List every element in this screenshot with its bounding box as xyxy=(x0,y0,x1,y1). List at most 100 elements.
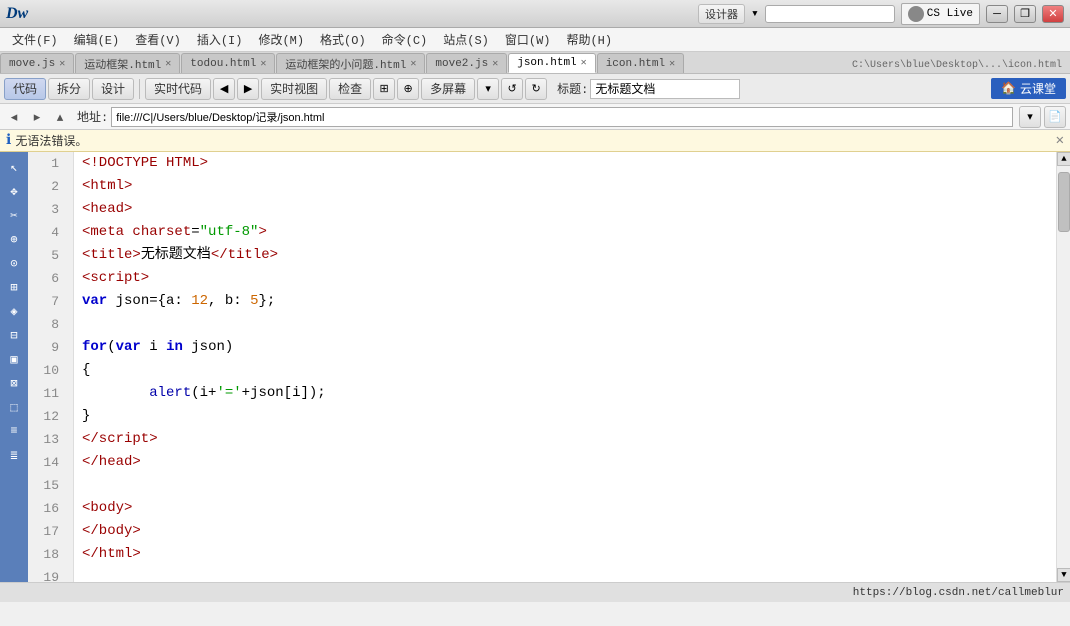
code-line-11: alert(i+'='+json[i]); xyxy=(82,382,1048,405)
code-line-18: </html> xyxy=(82,543,1048,566)
tab-label: icon.html xyxy=(606,58,665,70)
line-num-2: 2 xyxy=(28,175,65,198)
status-url: https://blog.csdn.net/callmeblur xyxy=(853,587,1064,599)
title-input[interactable] xyxy=(590,79,740,99)
code-line-13: </script> xyxy=(82,428,1048,451)
realtime-code-button[interactable]: 实时代码 xyxy=(145,78,211,100)
tab-close-icon[interactable]: ✕ xyxy=(492,58,498,70)
menu-site[interactable]: 站点(S) xyxy=(435,29,497,50)
main-area: ↖ ✥ ✂ ⊕ ⊙ ⊞ ◈ ⊟ ▣ ⊠ ⬚ ≡ ≣ 1 2 3 4 5 6 7 … xyxy=(0,152,1070,582)
search-input[interactable] xyxy=(765,5,895,23)
sidebar-tool-frame[interactable]: ⬚ xyxy=(3,396,25,418)
menu-insert[interactable]: 插入(I) xyxy=(189,29,251,50)
tab-move-js[interactable]: move.js ✕ xyxy=(0,53,74,73)
tab-close-icon[interactable]: ✕ xyxy=(669,58,675,70)
code-line-19 xyxy=(82,566,1048,582)
back-button[interactable]: ◂ xyxy=(4,108,24,126)
info-icon: ℹ xyxy=(6,132,11,149)
sidebar-tool-minus[interactable]: ⊟ xyxy=(3,324,25,346)
forward-icon[interactable]: ↻ xyxy=(525,78,547,100)
sidebar-tool-select[interactable]: ↖ xyxy=(3,156,25,178)
menu-modify[interactable]: 修改(M) xyxy=(250,29,312,50)
tab-motion-small[interactable]: 运动框架的小问题.html ✕ xyxy=(276,53,425,73)
scrollbar-thumb[interactable] xyxy=(1058,172,1070,232)
title-bar: Dw 设计器 ▾ CS Live ─ ❐ ✕ xyxy=(0,0,1070,28)
tab-close-icon[interactable]: ✕ xyxy=(581,57,587,69)
multi-screen-dropdown[interactable]: ▾ xyxy=(477,78,499,100)
sidebar-tool-lines[interactable]: ≡ xyxy=(3,420,25,442)
minimize-button[interactable]: ─ xyxy=(986,5,1008,23)
code-line-17: </body> xyxy=(82,520,1048,543)
designer-button[interactable]: 设计器 xyxy=(698,4,745,24)
tab-motion-frame[interactable]: 运动框架.html ✕ xyxy=(75,53,180,73)
line-num-9: 9 xyxy=(28,336,65,359)
info-close-button[interactable]: ✕ xyxy=(1056,132,1064,149)
sidebar-tool-diamond[interactable]: ◈ xyxy=(3,300,25,322)
toolbar: 代码 拆分 设计 实时代码 ◀ ▶ 实时视图 检查 ⊞ ⊕ 多屏幕 ▾ ↺ ↻ … xyxy=(0,74,1070,104)
design-button[interactable]: 设计 xyxy=(92,78,134,100)
tab-todou[interactable]: todou.html ✕ xyxy=(181,53,275,73)
sidebar-tool-cross[interactable]: ⊠ xyxy=(3,372,25,394)
menu-window[interactable]: 窗口(W) xyxy=(497,29,559,50)
code-button[interactable]: 代码 xyxy=(4,78,46,100)
tab-close-icon[interactable]: ✕ xyxy=(260,58,266,70)
code-line-12: } xyxy=(82,405,1048,428)
menu-file[interactable]: 文件(F) xyxy=(4,29,66,50)
address-label: 地址: xyxy=(77,108,108,125)
maximize-button[interactable]: ❐ xyxy=(1014,5,1036,23)
up-button[interactable]: ▴ xyxy=(50,108,70,126)
info-text: 无语法错误。 xyxy=(15,132,87,149)
browse-icon[interactable]: ▾ xyxy=(1019,106,1041,128)
tab-bar: move.js ✕ 运动框架.html ✕ todou.html ✕ 运动框架的… xyxy=(0,52,1070,74)
scrollbar-up-arrow[interactable]: ▲ xyxy=(1057,152,1070,166)
realtime-code-icon2[interactable]: ▶ xyxy=(237,78,259,100)
app-logo: Dw xyxy=(6,5,28,23)
scrollbar-down-arrow[interactable]: ▼ xyxy=(1057,568,1070,582)
code-area[interactable]: <!DOCTYPE HTML> <html> <head> <meta char… xyxy=(74,152,1056,582)
address-input[interactable] xyxy=(111,107,1013,127)
sidebar-tool-menu[interactable]: ≣ xyxy=(3,444,25,466)
tab-close-icon[interactable]: ✕ xyxy=(410,58,416,70)
line-num-4: 4 xyxy=(28,221,65,244)
code-line-1: <!DOCTYPE HTML> xyxy=(82,152,1048,175)
sidebar-tool-circle[interactable]: ⊙ xyxy=(3,252,25,274)
sidebar-tool-move[interactable]: ✥ xyxy=(3,180,25,202)
tab-label: move.js xyxy=(9,58,55,70)
close-button[interactable]: ✕ xyxy=(1042,5,1064,23)
forward-button[interactable]: ▸ xyxy=(27,108,47,126)
line-num-11: 11 xyxy=(28,382,65,405)
code-line-14: </head> xyxy=(82,451,1048,474)
menu-command[interactable]: 命令(C) xyxy=(374,29,436,50)
check-icon1[interactable]: ⊞ xyxy=(373,78,395,100)
tab-label: json.html xyxy=(517,57,576,69)
left-sidebar: ↖ ✥ ✂ ⊕ ⊙ ⊞ ◈ ⊟ ▣ ⊠ ⬚ ≡ ≣ xyxy=(0,152,28,582)
refresh-icon[interactable]: ↺ xyxy=(501,78,523,100)
sidebar-tool-crop[interactable]: ✂ xyxy=(3,204,25,226)
line-num-18: 18 xyxy=(28,543,65,566)
check-button[interactable]: 检查 xyxy=(329,78,371,100)
sidebar-tool-zoom[interactable]: ⊕ xyxy=(3,228,25,250)
check-icon2[interactable]: ⊕ xyxy=(397,78,419,100)
tab-icon-html[interactable]: icon.html ✕ xyxy=(597,53,684,73)
tab-close-icon[interactable]: ✕ xyxy=(59,58,65,70)
multi-screen-button[interactable]: 多屏幕 xyxy=(421,78,475,100)
sidebar-tool-square[interactable]: ▣ xyxy=(3,348,25,370)
split-button[interactable]: 拆分 xyxy=(48,78,90,100)
code-line-9: for(var i in json) xyxy=(82,336,1048,359)
tab-move2-js[interactable]: move2.js ✕ xyxy=(426,53,507,73)
tab-label: move2.js xyxy=(435,58,488,70)
tab-close-icon[interactable]: ✕ xyxy=(165,58,171,70)
menu-format[interactable]: 格式(O) xyxy=(312,29,374,50)
realtime-view-button[interactable]: 实时视图 xyxy=(261,78,327,100)
cs-live-button[interactable]: CS Live xyxy=(901,3,980,25)
menu-edit[interactable]: 编辑(E) xyxy=(66,29,128,50)
code-line-2: <html> xyxy=(82,175,1048,198)
menu-help[interactable]: 帮助(H) xyxy=(558,29,620,50)
tab-json-html[interactable]: json.html ✕ xyxy=(508,53,595,73)
file-icon[interactable]: 📄 xyxy=(1044,106,1066,128)
line-num-3: 3 xyxy=(28,198,65,221)
realtime-code-icon1[interactable]: ◀ xyxy=(213,78,235,100)
menu-view[interactable]: 查看(V) xyxy=(127,29,189,50)
right-scrollbar[interactable]: ▲ ▼ xyxy=(1056,152,1070,582)
sidebar-tool-grid[interactable]: ⊞ xyxy=(3,276,25,298)
